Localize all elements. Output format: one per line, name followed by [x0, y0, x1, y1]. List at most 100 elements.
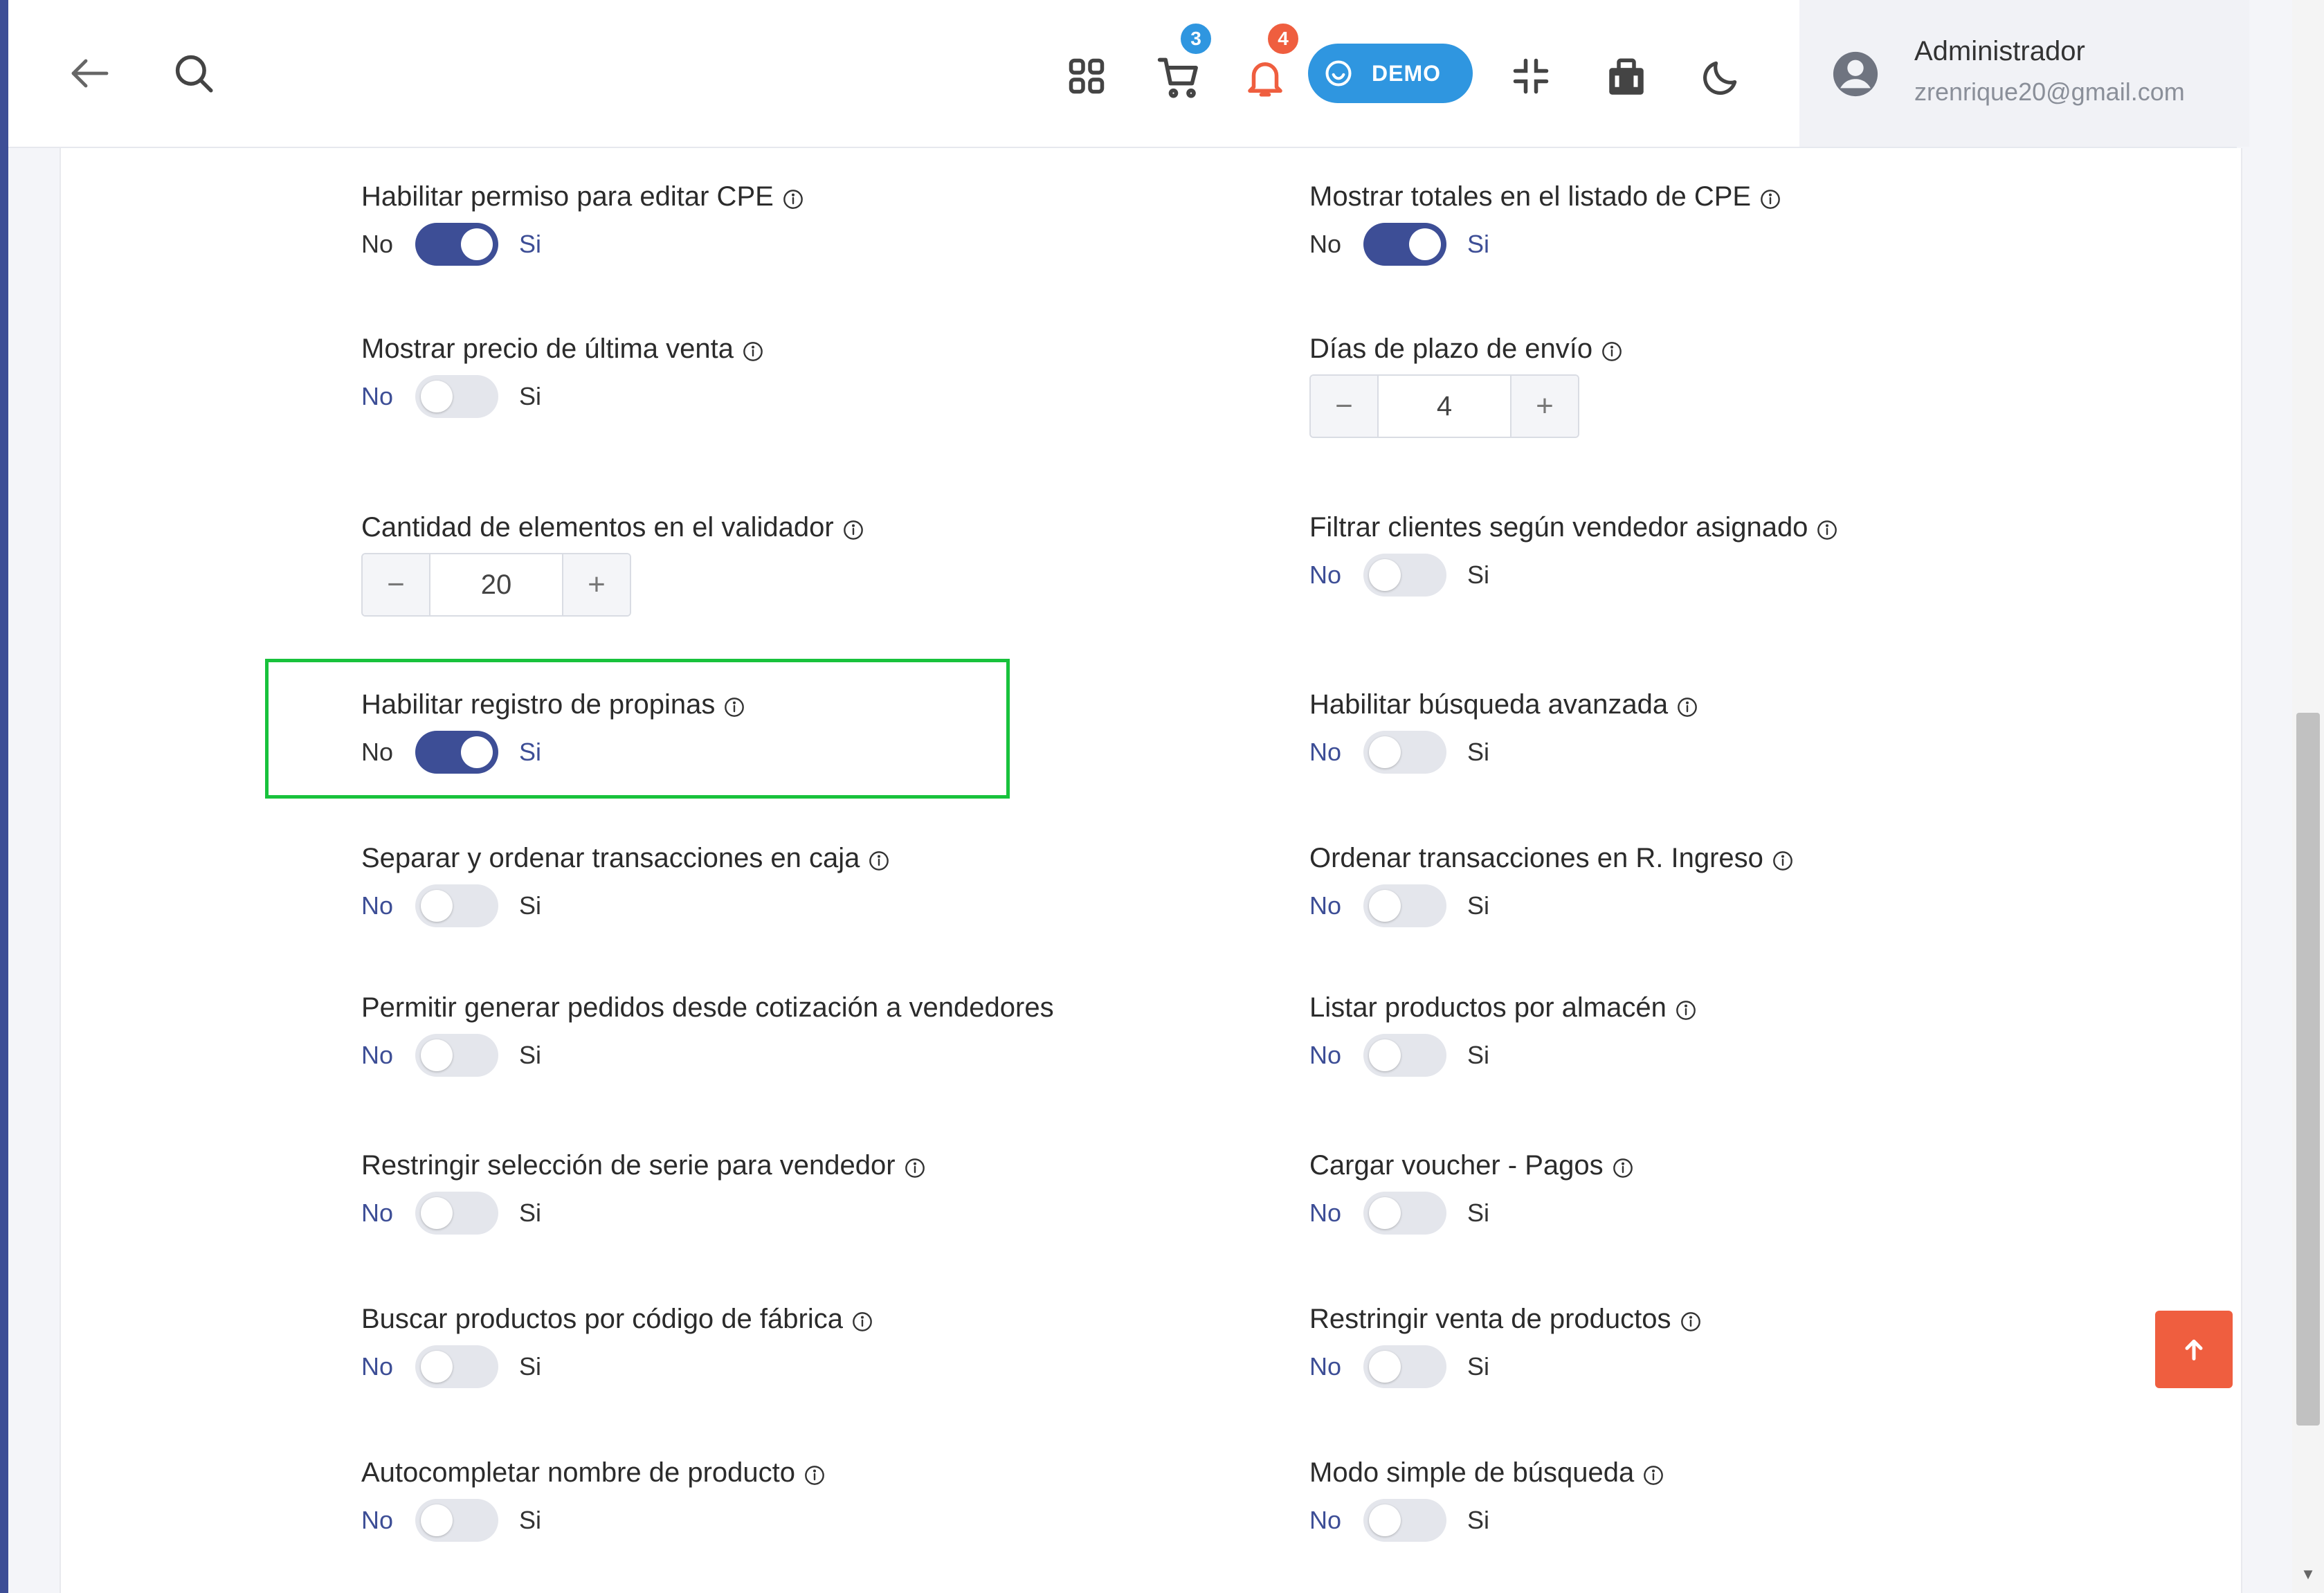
- toggle-no-label[interactable]: No: [361, 230, 415, 259]
- toggle-switch[interactable]: [1363, 554, 1446, 597]
- demo-button[interactable]: DEMO: [1308, 44, 1473, 103]
- info-icon[interactable]: [904, 1155, 926, 1178]
- toggle-switch[interactable]: [415, 223, 498, 266]
- toggle-knob: [421, 1504, 453, 1536]
- toggle-no-label[interactable]: No: [1309, 1041, 1363, 1070]
- toggle-switch[interactable]: [1363, 731, 1446, 774]
- info-icon[interactable]: [868, 848, 890, 871]
- increment-button[interactable]: +: [1511, 376, 1578, 437]
- cart-icon[interactable]: [1150, 48, 1208, 107]
- toggle-si-label[interactable]: Si: [519, 1199, 541, 1228]
- info-icon[interactable]: [1642, 1462, 1664, 1485]
- toggle-si-label[interactable]: Si: [1467, 1352, 1489, 1381]
- setting-item: Días de plazo de envío −4 +: [1309, 334, 1623, 438]
- scrollbar-thumb[interactable]: [2296, 713, 2320, 1426]
- toggle-si-label[interactable]: Si: [519, 382, 541, 411]
- toggle-no-label[interactable]: No: [361, 1041, 415, 1070]
- toggle-knob: [421, 890, 453, 922]
- info-icon[interactable]: [1772, 848, 1794, 871]
- decrement-button[interactable]: −: [1311, 376, 1377, 437]
- toggle-row: No Si: [1309, 1191, 1634, 1235]
- toggle-switch[interactable]: [415, 1034, 498, 1077]
- decrement-button[interactable]: −: [363, 554, 429, 615]
- toggle-si-label[interactable]: Si: [1467, 1199, 1489, 1228]
- scroll-down-arrow-icon[interactable]: ▼: [2298, 1565, 2318, 1586]
- info-icon[interactable]: [842, 517, 864, 540]
- toggle-row: No Si: [361, 222, 804, 266]
- info-icon[interactable]: [1759, 186, 1781, 209]
- arrow-left-icon[interactable]: [62, 46, 118, 101]
- toggle-no-label[interactable]: No: [361, 891, 415, 920]
- toggle-switch[interactable]: [415, 375, 498, 418]
- user-menu[interactable]: Administrador zrenrique20@gmail.com: [1799, 0, 2249, 147]
- info-icon[interactable]: [1680, 1309, 1702, 1331]
- toggle-no-label[interactable]: No: [1309, 1352, 1363, 1381]
- toggle-no-label[interactable]: No: [1309, 230, 1363, 259]
- toggle-switch[interactable]: [1363, 884, 1446, 927]
- toggle-switch[interactable]: [415, 1499, 498, 1542]
- store-icon[interactable]: [1597, 48, 1655, 107]
- toggle-row: No Si: [1309, 222, 1781, 266]
- toggle-si-label[interactable]: Si: [519, 1506, 541, 1535]
- toggle-no-label[interactable]: No: [1309, 891, 1363, 920]
- toggle-si-label[interactable]: Si: [1467, 1506, 1489, 1535]
- toggle-switch[interactable]: [415, 884, 498, 927]
- info-icon[interactable]: [742, 338, 764, 361]
- stepper-value[interactable]: 4: [1377, 376, 1511, 437]
- toggle-si-label[interactable]: Si: [1467, 230, 1489, 259]
- info-icon[interactable]: [782, 186, 804, 209]
- info-icon[interactable]: [1612, 1155, 1634, 1178]
- toggle-no-label[interactable]: No: [1309, 561, 1363, 590]
- setting-item: Ordenar transacciones en R. Ingreso No Si: [1309, 843, 1794, 928]
- setting-label-row: Ordenar transacciones en R. Ingreso: [1309, 843, 1794, 874]
- toggle-si-label[interactable]: Si: [1467, 1041, 1489, 1070]
- toggle-switch[interactable]: [1363, 1345, 1446, 1388]
- bell-icon[interactable]: [1236, 48, 1294, 107]
- toggle-no-label[interactable]: No: [361, 1352, 415, 1381]
- toggle-si-label[interactable]: Si: [519, 230, 541, 259]
- toggle-switch[interactable]: [415, 1192, 498, 1235]
- toggle-si-label[interactable]: Si: [519, 1352, 541, 1381]
- toggle-si-label[interactable]: Si: [519, 891, 541, 920]
- number-stepper: −20 +: [361, 553, 631, 617]
- user-name: Administrador: [1914, 36, 2085, 66]
- toggle-switch[interactable]: [1363, 223, 1446, 266]
- info-icon[interactable]: [1601, 338, 1623, 361]
- info-icon[interactable]: [804, 1462, 826, 1485]
- cart-count-badge: 3: [1178, 21, 1214, 57]
- setting-label: Separar y ordenar transacciones en caja: [361, 843, 860, 873]
- toggle-knob: [1369, 890, 1401, 922]
- toggle-no-label[interactable]: No: [361, 1199, 415, 1228]
- toggle-si-label[interactable]: Si: [1467, 561, 1489, 590]
- setting-item: Listar productos por almacén No Si: [1309, 992, 1697, 1077]
- toggle-switch[interactable]: [1363, 1192, 1446, 1235]
- stepper-value[interactable]: 20: [429, 554, 563, 615]
- setting-label-row: Mostrar precio de última venta: [361, 334, 764, 365]
- info-icon[interactable]: [1676, 694, 1698, 717]
- toggle-si-label[interactable]: Si: [519, 1041, 541, 1070]
- toggle-switch[interactable]: [1363, 1034, 1446, 1077]
- setting-label-row: Cargar voucher - Pagos: [1309, 1150, 1634, 1181]
- toggle-switch[interactable]: [1363, 1499, 1446, 1542]
- search-icon[interactable]: [166, 46, 221, 101]
- info-icon[interactable]: [1816, 517, 1838, 540]
- scroll-to-top-button[interactable]: [2155, 1311, 2233, 1388]
- toggle-no-label[interactable]: No: [361, 1506, 415, 1535]
- moon-icon[interactable]: [1691, 48, 1750, 107]
- compress-icon[interactable]: [1503, 48, 1559, 104]
- toggle-si-label[interactable]: Si: [1467, 738, 1489, 767]
- toggle-no-label[interactable]: No: [1309, 1199, 1363, 1228]
- toggle-no-label[interactable]: No: [1309, 1506, 1363, 1535]
- toggle-row: No Si: [361, 1191, 926, 1235]
- toggle-si-label[interactable]: Si: [1467, 891, 1489, 920]
- setting-label-row: Filtrar clientes según vendedor asignado: [1309, 512, 1838, 543]
- setting-label: Filtrar clientes según vendedor asignado: [1309, 512, 1808, 543]
- grid-icon[interactable]: [1060, 50, 1113, 102]
- info-icon[interactable]: [851, 1309, 873, 1331]
- toggle-switch[interactable]: [415, 1345, 498, 1388]
- increment-button[interactable]: +: [563, 554, 630, 615]
- info-icon[interactable]: [1675, 997, 1697, 1020]
- setting-item: Autocompletar nombre de producto No Si: [361, 1457, 826, 1542]
- toggle-no-label[interactable]: No: [361, 382, 415, 411]
- toggle-no-label[interactable]: No: [1309, 738, 1363, 767]
